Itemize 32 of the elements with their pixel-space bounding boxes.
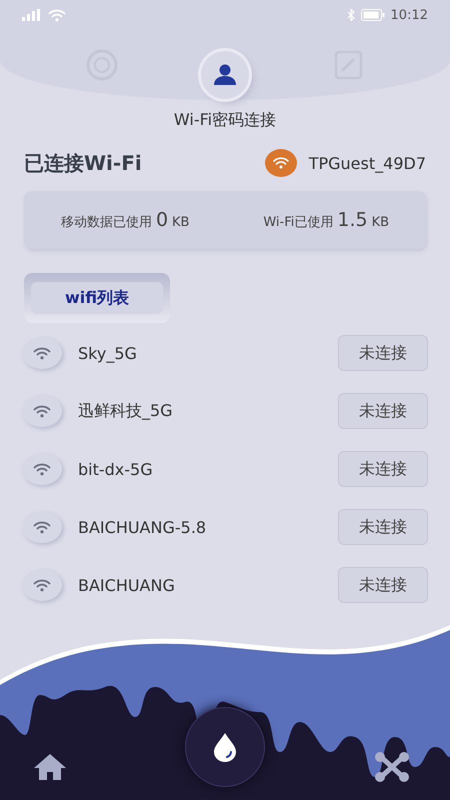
wifi-icon [33,404,51,418]
bluetooth-icon [346,9,355,21]
connect-status-button[interactable]: 未连接 [338,393,428,429]
usage-stat: Wi-Fi已使用 1.5 KB [263,209,390,231]
wifi-icon [33,462,51,476]
connect-status-button[interactable]: 未连接 [338,567,428,603]
connected-label: 已连接Wi-Fi [24,150,142,176]
wifi-badge-icon [264,149,297,177]
network-name[interactable]: 迅鲜科技_5G [78,400,338,422]
network-name[interactable]: bit-dx-5G [78,460,338,478]
wifi-icon [33,578,51,592]
connect-status-button[interactable]: 未连接 [338,335,428,371]
wifi-icon [33,520,51,534]
network-name[interactable]: Sky_5G [78,344,338,362]
battery-icon [360,9,385,21]
wifi-list-tab[interactable]: wifi列表 [31,282,163,314]
connected-ssid: TPGuest_49D7 [308,154,426,172]
page-title: Wi-Fi密码连接 [172,110,278,131]
network-name[interactable]: BAICHUANG [78,576,338,594]
wifi-status-icon [48,8,66,22]
wifi-icon [33,346,51,360]
connect-status-button[interactable]: 未连接 [338,451,428,487]
water-drop-icon [212,732,238,762]
home-icon [33,753,67,781]
network-name[interactable]: BAICHUANG-5.8 [78,518,338,536]
drone-icon [374,752,410,782]
connect-status-button[interactable]: 未连接 [338,509,428,545]
usage-stat: 移动数据已使用 0 KB [60,209,190,231]
signal-icon [22,9,42,21]
person-icon [212,64,237,86]
top-tab[interactable] [200,51,249,99]
status-time: 10:12 [390,8,428,22]
